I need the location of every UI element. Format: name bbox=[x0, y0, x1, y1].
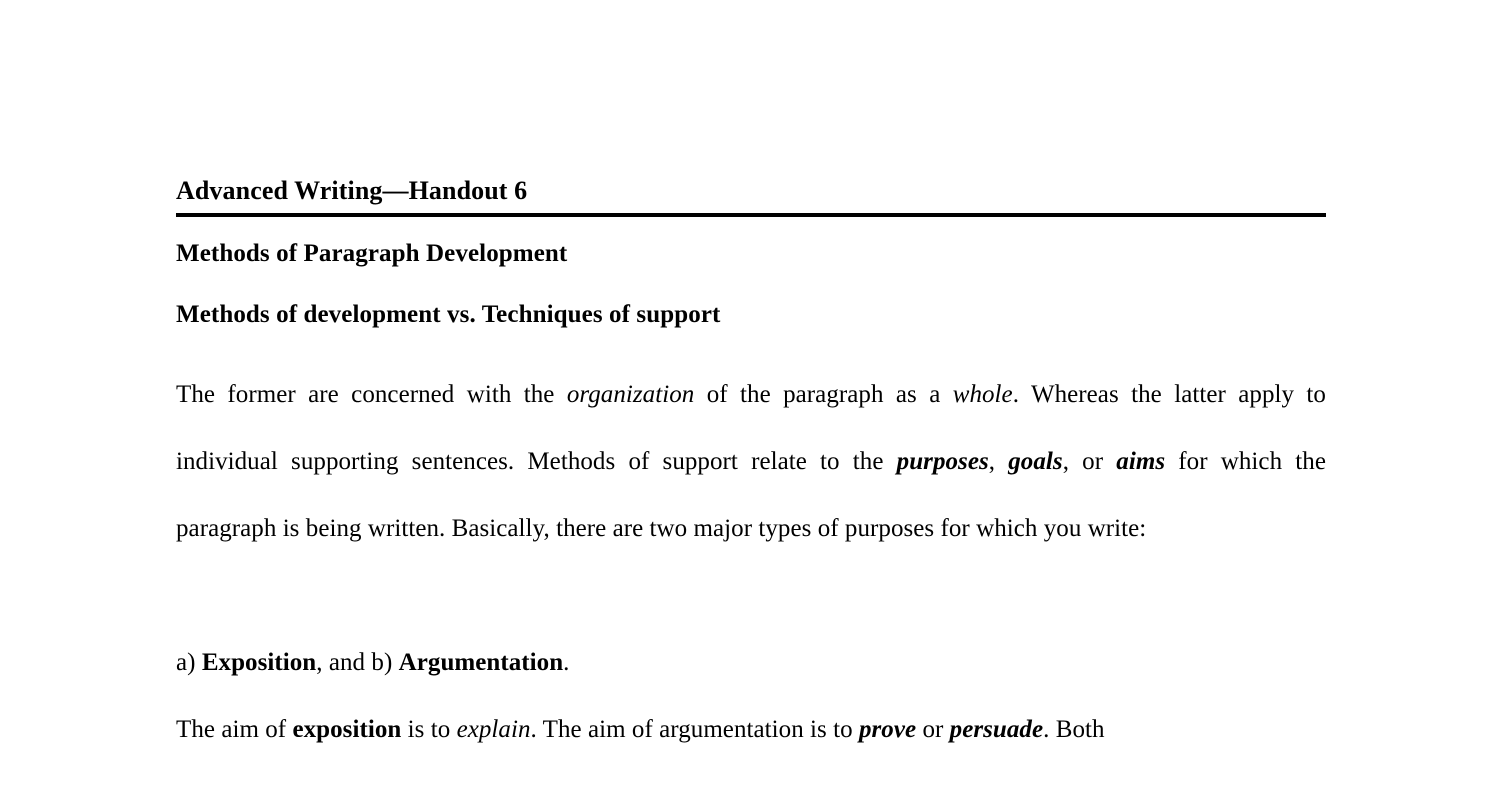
emphasis-purposes: purposes bbox=[896, 447, 989, 475]
term-exposition-2: exposition bbox=[292, 715, 402, 743]
emphasis-organization: organization bbox=[566, 380, 695, 408]
document-page: Advanced Writing—Handout 6 Methods of Pa… bbox=[0, 0, 1500, 785]
list-marker-a: a) bbox=[176, 648, 202, 676]
title-horizontal-rule bbox=[176, 212, 1326, 217]
document-content-column: Advanced Writing—Handout 6 Methods of Pa… bbox=[176, 176, 1326, 763]
text-run: , and b) bbox=[316, 648, 399, 676]
text-run: . Both bbox=[1043, 715, 1105, 743]
text-run: . bbox=[563, 648, 570, 676]
section-heading-secondary: Methods of development vs. Techniques of… bbox=[176, 300, 721, 328]
text-run: or bbox=[916, 715, 950, 743]
text-run: The former are concerned with the bbox=[176, 380, 567, 408]
text-run: , or bbox=[1062, 447, 1117, 475]
section-heading-primary: Methods of Paragraph Development bbox=[176, 239, 568, 267]
emphasis-prove: prove bbox=[858, 715, 917, 743]
term-argumentation: Argumentation bbox=[398, 648, 564, 676]
term-exposition: Exposition bbox=[201, 648, 317, 676]
emphasis-persuade: persuade bbox=[949, 715, 1044, 743]
emphasis-goals: goals bbox=[1008, 447, 1063, 475]
text-run: is to bbox=[401, 715, 457, 743]
body-paragraph-1: The former are concerned with the organi… bbox=[176, 361, 1326, 562]
text-run: of the paragraph as a bbox=[694, 380, 953, 408]
emphasis-whole: whole bbox=[952, 380, 1013, 408]
text-run: , bbox=[988, 447, 1009, 475]
purpose-types-line: a) Exposition, and b) Argumentation. bbox=[176, 629, 1326, 696]
body-paragraph-2: The aim of exposition is to explain. The… bbox=[176, 696, 1326, 763]
emphasis-explain: explain bbox=[456, 715, 531, 743]
text-run: The aim of bbox=[176, 715, 293, 743]
document-title: Advanced Writing—Handout 6 bbox=[176, 176, 528, 205]
emphasis-aims: aims bbox=[1116, 447, 1166, 475]
text-run: . The aim of argumentation is to bbox=[530, 715, 859, 743]
